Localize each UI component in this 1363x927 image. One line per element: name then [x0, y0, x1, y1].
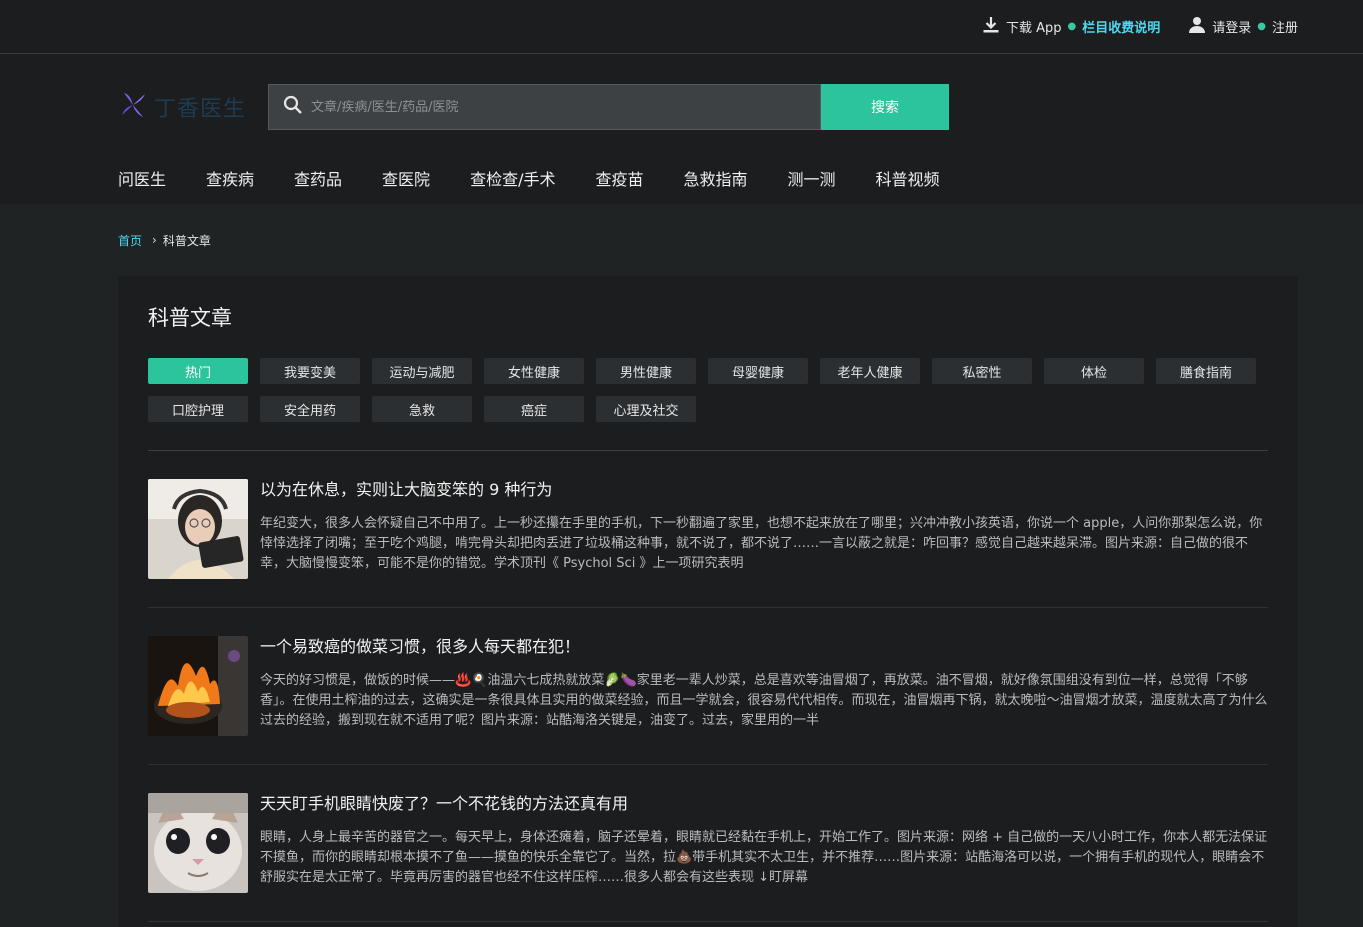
- nav-exams[interactable]: 查检查/手术: [470, 166, 555, 190]
- tag-fitness[interactable]: 运动与减肥: [372, 358, 472, 384]
- nav-first-aid[interactable]: 急救指南: [683, 166, 747, 190]
- login-label: 请登录: [1212, 21, 1252, 36]
- tag-first-aid[interactable]: 急救: [372, 396, 472, 422]
- tag-hot[interactable]: 热门: [148, 358, 248, 384]
- breadcrumb-home[interactable]: 首页: [118, 232, 142, 249]
- nav-drugs[interactable]: 查药品: [294, 166, 342, 190]
- tag-oral-care[interactable]: 口腔护理: [148, 396, 248, 422]
- tag-cancer[interactable]: 癌症: [484, 396, 584, 422]
- article-item[interactable]: 天天盯手机眼睛快废了？一个不花钱的方法还真有用 眼睛，人身上最辛苦的器官之一。每…: [148, 765, 1268, 922]
- tag-maternal[interactable]: 母婴健康: [708, 358, 808, 384]
- tag-diet[interactable]: 膳食指南: [1156, 358, 1256, 384]
- breadcrumb-current: 科普文章: [162, 233, 211, 248]
- nav-ask-doctor[interactable]: 问医生: [118, 166, 166, 190]
- nav-videos[interactable]: 科普视频: [876, 166, 940, 190]
- user-icon: [1188, 16, 1206, 38]
- article-summary: 年纪变大，很多人会怀疑自己不中用了。上一秒还攥在手里的手机，下一秒翻遍了家里，也…: [260, 516, 1263, 571]
- article-thumbnail[interactable]: [148, 636, 248, 736]
- tag-beauty[interactable]: 我要变美: [260, 358, 360, 384]
- tag-elderly[interactable]: 老年人健康: [820, 358, 920, 384]
- search-icon: [283, 95, 303, 119]
- tag-privacy[interactable]: 私密性: [932, 358, 1032, 384]
- tag-checkup[interactable]: 体检: [1044, 358, 1144, 384]
- register-link[interactable]: 注册: [1272, 17, 1298, 36]
- article-summary: 眼睛，人身上最辛苦的器官之一。每天早上，身体还瘫着，脑子还晕着，眼睛就已经黏在手…: [260, 830, 1268, 885]
- download-app-link[interactable]: 下载 App: [982, 16, 1062, 38]
- article-title[interactable]: 一个易致癌的做菜习惯，很多人每天都在犯！: [260, 636, 1268, 658]
- breadcrumb: 首页 › 科普文章: [0, 204, 1363, 276]
- tag-women-health[interactable]: 女性健康: [484, 358, 584, 384]
- article-thumbnail[interactable]: [148, 479, 248, 579]
- nav-tests[interactable]: 测一测: [788, 166, 836, 190]
- article-title[interactable]: 天天盯手机眼睛快废了？一个不花钱的方法还真有用: [260, 793, 1268, 815]
- column-info-link[interactable]: 栏目收费说明: [1082, 17, 1160, 36]
- download-label: 下载 App: [1005, 21, 1062, 36]
- logo-text: 丁香医生: [154, 97, 247, 122]
- search-input[interactable]: [311, 99, 791, 115]
- tag-safe-medication[interactable]: 安全用药: [260, 396, 360, 422]
- login-link[interactable]: 请登录: [1188, 16, 1251, 38]
- download-icon: [982, 16, 1000, 38]
- tag-men-health[interactable]: 男性健康: [596, 358, 696, 384]
- search-bar: 搜索: [268, 84, 949, 130]
- main-nav: 问医生 查疾病 查药品 查医院 查检查/手术 查疫苗 急救指南 测一测 科普视频: [0, 166, 1363, 190]
- top-bar: 下载 App ● 栏目收费说明 请登录 ● 注册: [0, 0, 1363, 54]
- separator-dot: ●: [1257, 21, 1266, 32]
- nav-vaccines[interactable]: 查疫苗: [595, 166, 643, 190]
- nav-hospitals[interactable]: 查医院: [382, 166, 430, 190]
- search-button[interactable]: 搜索: [821, 84, 949, 130]
- article-summary: 今天的好习惯是，做饭的时候——♨️🍳油温六七成热就放菜🥬🍆家里老一辈人炒菜，总是…: [260, 673, 1268, 728]
- logo[interactable]: 丁香医生: [118, 84, 268, 130]
- article-thumbnail[interactable]: [148, 793, 248, 893]
- separator-dot: ●: [1067, 21, 1077, 32]
- panel-title: 科普文章: [148, 306, 232, 330]
- clove-logo-icon: [118, 90, 148, 124]
- category-tags: 热门 我要变美 运动与减肥 女性健康 男性健康 母婴健康 老年人健康 私密性 体…: [148, 358, 1268, 422]
- article-item[interactable]: 以为在休息，实则让大脑变笨的 9 种行为 年纪变大，很多人会怀疑自己不中用了。上…: [148, 451, 1268, 608]
- article-title[interactable]: 以为在休息，实则让大脑变笨的 9 种行为: [260, 479, 1268, 501]
- header: 丁香医生 搜索 问医生 查疾病 查药品 查医院 查检查/手术 查疫苗 急救指南 …: [0, 54, 1363, 204]
- article-panel: 科普文章 热门 我要变美 运动与减肥 女性健康 男性健康 母婴健康 老年人健康 …: [118, 276, 1298, 927]
- article-item[interactable]: 一个易致癌的做菜习惯，很多人每天都在犯！ 今天的好习惯是，做饭的时候——♨️🍳油…: [148, 608, 1268, 765]
- chevron-right-icon: ›: [152, 233, 157, 247]
- search-box: [268, 84, 821, 130]
- nav-diseases[interactable]: 查疾病: [206, 166, 254, 190]
- tag-psychology[interactable]: 心理及社交: [596, 396, 696, 422]
